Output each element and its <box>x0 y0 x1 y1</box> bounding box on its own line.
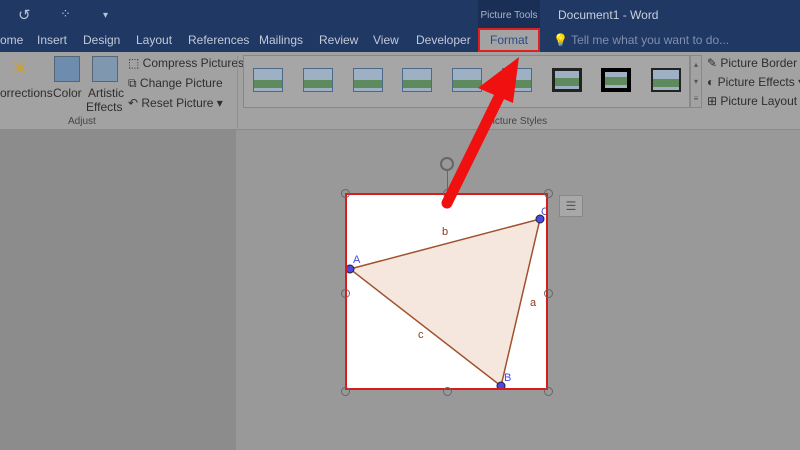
red-arrow-annotation <box>441 57 519 209</box>
